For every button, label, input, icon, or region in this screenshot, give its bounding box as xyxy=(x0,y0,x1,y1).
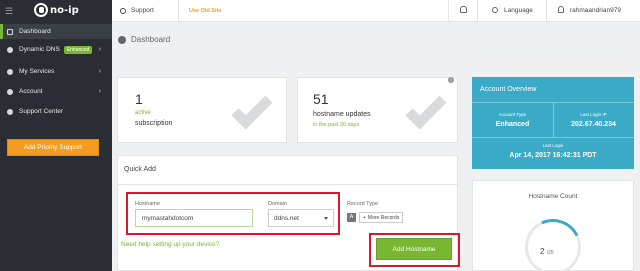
page-title: Dashboard xyxy=(118,35,170,44)
sidebar-item-support-center[interactable]: Support Center xyxy=(0,104,112,119)
sidebar-item-account[interactable]: Account › xyxy=(0,84,112,99)
hostname-updates-card: 51 hostname updates in the past 30 days xyxy=(297,77,458,143)
divider xyxy=(546,0,547,22)
quick-add-title: Quick Add xyxy=(124,166,156,173)
more-records-label: More Records xyxy=(367,214,400,221)
hostname-label: Hostname xyxy=(135,201,161,207)
dashboard-icon xyxy=(118,35,126,44)
support-icon xyxy=(7,108,13,115)
globe-icon xyxy=(492,7,498,13)
sidebar-item-label: My Services xyxy=(19,68,55,75)
sidebar-item-my-services[interactable]: My Services › xyxy=(0,64,112,79)
services-icon xyxy=(7,68,13,75)
check-icon xyxy=(231,88,273,130)
chevron-down-icon xyxy=(324,217,328,220)
account-overview-title: Account Overview xyxy=(480,86,537,93)
bell-icon[interactable] xyxy=(460,6,467,13)
more-records-button[interactable]: + More Records xyxy=(359,212,404,223)
subscription-count: 1 xyxy=(135,91,143,107)
plus-icon: + xyxy=(363,214,366,221)
help-setup-link[interactable]: Need help setting up your device? xyxy=(121,241,219,248)
sidebar-item-dynamic-dns[interactable]: Dynamic DNS Enhanced › xyxy=(0,42,112,57)
sidebar-item-label: Dashboard xyxy=(19,28,51,35)
language-menu[interactable]: Language xyxy=(504,7,533,14)
chevron-right-icon: › xyxy=(98,68,101,75)
last-login-value: Apr 14, 2017 16:42:31 PDT xyxy=(509,152,597,159)
divider xyxy=(448,0,449,22)
account-type-label: Account Type xyxy=(498,112,527,117)
updates-label: hostname updates xyxy=(313,111,371,118)
hostname-count-total: /25 xyxy=(546,250,554,256)
logo-bar: ☰ no-ip xyxy=(0,0,112,22)
last-login-label: Last Login xyxy=(542,143,564,148)
sidebar-item-dashboard[interactable]: Dashboard xyxy=(0,24,112,39)
updates-count: 51 xyxy=(313,91,329,107)
check-icon xyxy=(405,88,447,130)
domain-label: Domain xyxy=(268,201,287,207)
subscription-card: 1 active subscription xyxy=(117,77,287,143)
support-icon xyxy=(120,7,126,14)
user-menu[interactable]: rahmaandrian979 xyxy=(570,7,621,14)
dashboard-icon xyxy=(7,28,13,35)
sidebar-item-label: Dynamic DNS xyxy=(19,46,60,53)
updates-period: in the past 30 days xyxy=(313,122,360,128)
domain-select[interactable]: ddns.net xyxy=(268,209,334,227)
sidebar-item-label: Account xyxy=(19,88,43,95)
logo-mark xyxy=(34,3,48,17)
record-type-a-button[interactable]: A xyxy=(347,213,356,222)
divider xyxy=(472,137,634,138)
info-icon[interactable]: i xyxy=(448,77,454,83)
add-priority-support-button[interactable]: Add Priority Support xyxy=(7,139,99,156)
support-menu[interactable]: Support xyxy=(120,7,154,14)
enhanced-badge: Enhanced xyxy=(63,45,93,54)
user-icon xyxy=(558,6,564,13)
support-label: Support xyxy=(131,7,154,14)
account-icon xyxy=(7,88,13,95)
last-login-ip-value: 202.67.40.234 xyxy=(571,121,616,128)
subscription-label: subscription xyxy=(135,120,173,127)
divider xyxy=(117,184,458,185)
noip-logo[interactable]: no-ip xyxy=(34,3,79,17)
last-login-ip-label: Last Login IP xyxy=(580,112,607,117)
subscription-status: active xyxy=(135,110,151,116)
sidebar-item-label: Support Center xyxy=(19,108,64,115)
globe-icon xyxy=(7,46,13,53)
use-old-site-link[interactable]: Use Old Site xyxy=(189,8,221,14)
divider xyxy=(553,103,554,137)
logo-text: no-ip xyxy=(50,4,79,16)
record-type-label: Record Type xyxy=(347,201,379,207)
hostname-count-value: 2 /25 xyxy=(540,247,554,256)
domain-value: ddns.net xyxy=(274,214,299,222)
chevron-right-icon: › xyxy=(98,46,101,53)
chevron-right-icon: › xyxy=(98,88,101,95)
divider xyxy=(477,0,478,22)
divider xyxy=(178,0,179,22)
add-hostname-button[interactable]: Add Hostname xyxy=(376,238,452,260)
sidebar: ☰ no-ip Dashboard Dynamic DNS Enhanced ›… xyxy=(0,0,112,271)
hostname-count-used: 2 xyxy=(540,247,545,256)
account-type-value: Enhanced xyxy=(495,121,530,128)
hostname-count-title: Hostname Count xyxy=(528,193,578,200)
hamburger-icon[interactable]: ☰ xyxy=(5,6,13,17)
account-overview-panel: Account Overview Account Type Enhanced L… xyxy=(472,77,634,169)
hostname-input[interactable]: mymastahdotcom xyxy=(135,209,253,227)
page-title-text: Dashboard xyxy=(131,35,171,44)
top-bar: Support Use Old Site Language rahmaandri… xyxy=(112,0,640,22)
